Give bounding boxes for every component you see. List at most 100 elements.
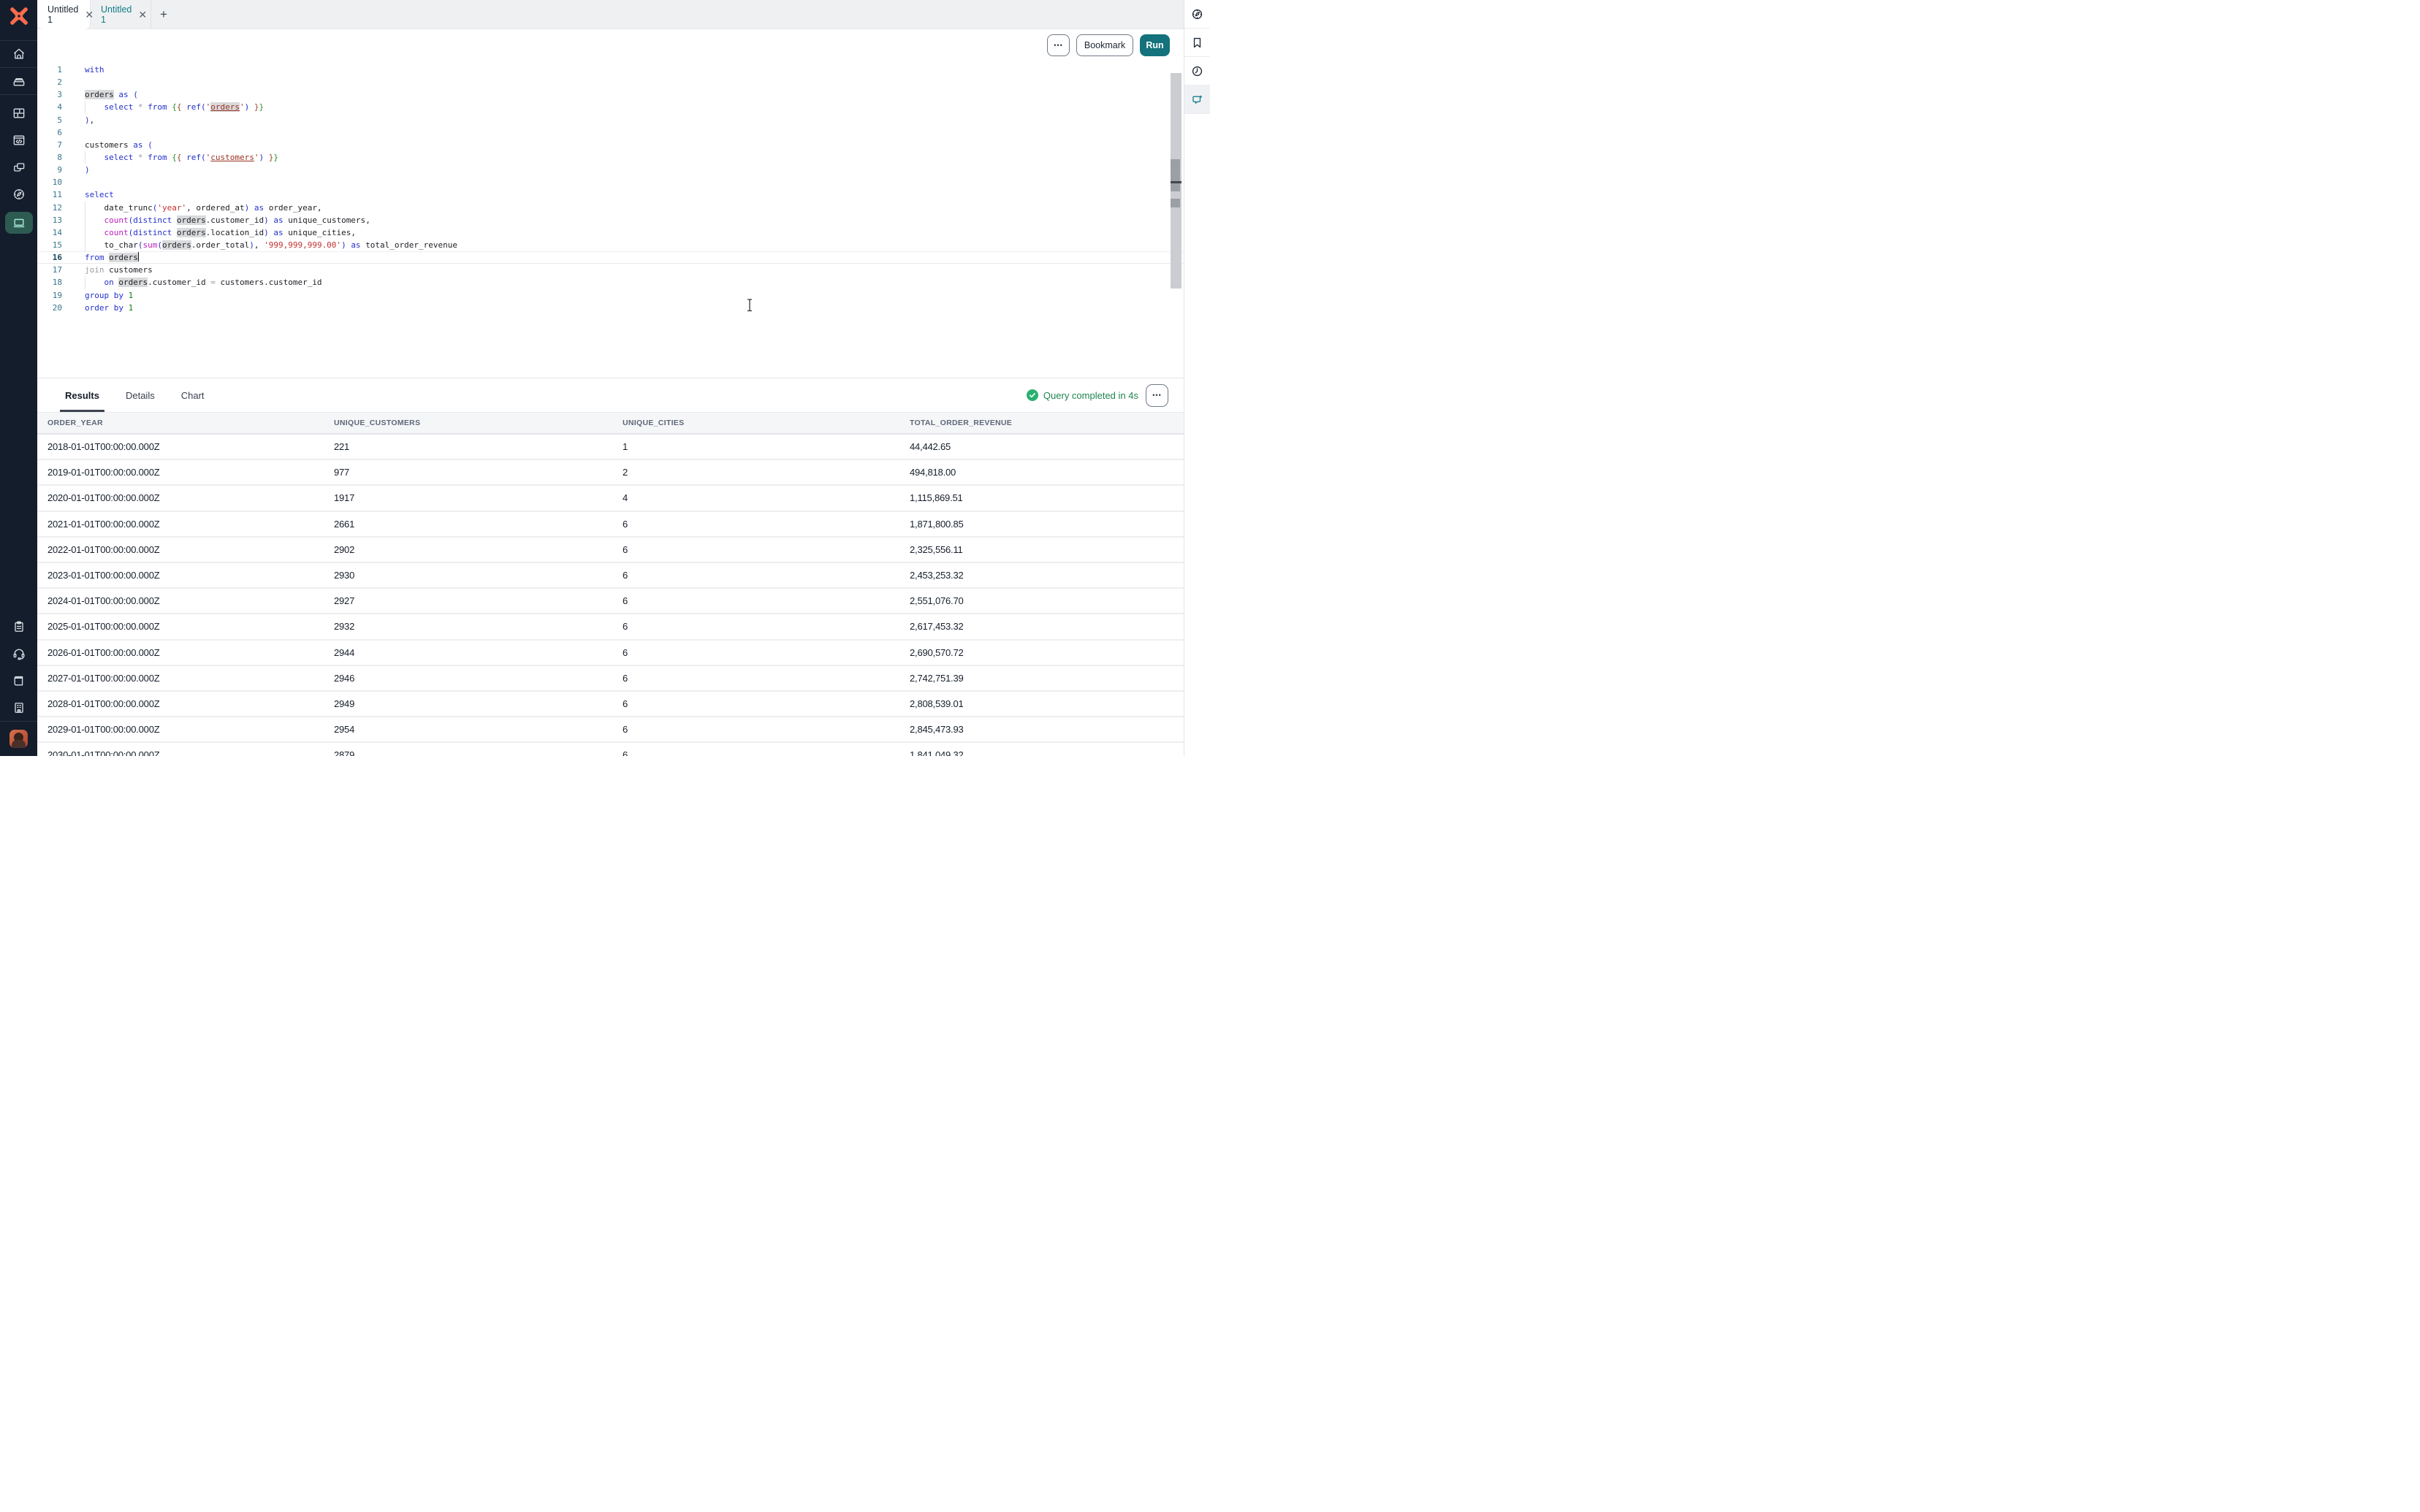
table-cell: 2025-01-01T00:00:00.000Z: [47, 621, 334, 632]
table-cell: 977: [334, 467, 623, 478]
line-number: 18: [37, 276, 62, 289]
right-rail-history[interactable]: [1184, 57, 1210, 85]
left-sidebar: [0, 0, 37, 756]
table-row[interactable]: 2019-01-01T00:00:00.000Z9772494,818.00: [37, 460, 1184, 486]
apps-grid-icon: [12, 106, 26, 121]
hex-logo[interactable]: [0, 0, 37, 41]
table-cell: 2927: [334, 595, 623, 606]
line-number: 6: [37, 126, 62, 139]
sql-editor[interactable]: 1with23orders as (4 select * from {{ ref…: [37, 61, 1184, 378]
laptop-icon: [12, 215, 26, 230]
table-cell: 6: [623, 698, 910, 709]
sidebar-item-components[interactable]: [0, 153, 37, 180]
table-cell: 1,871,800.85: [910, 519, 1184, 530]
user-menu[interactable]: [0, 721, 37, 756]
sidebar-item-collections[interactable]: [0, 68, 37, 95]
results-tab-bar: Results Details Chart Query completed in…: [37, 378, 1184, 413]
table-cell: 6: [623, 621, 910, 632]
table-cell: 2930: [334, 570, 623, 581]
table-cell: 6: [623, 570, 910, 581]
column-header-total-order-revenue[interactable]: TOTAL_ORDER_REVENUE: [910, 419, 1184, 427]
tab-chart[interactable]: Chart: [176, 378, 210, 412]
table-cell: 1: [623, 441, 910, 452]
code-line: 3orders as (: [37, 88, 1184, 101]
table-row[interactable]: 2030-01-01T00:00:00.000Z287961,841,049.3…: [37, 743, 1184, 756]
tab-details[interactable]: Details: [121, 378, 160, 412]
table-row[interactable]: 2024-01-01T00:00:00.000Z292762,551,076.7…: [37, 589, 1184, 614]
code-line: 7customers as (: [37, 139, 1184, 151]
table-header: ORDER_YEAR UNIQUE_CUSTOMERS UNIQUE_CITIE…: [37, 413, 1184, 435]
code-line: 17join customers: [37, 264, 1184, 276]
table-row[interactable]: 2023-01-01T00:00:00.000Z293062,453,253.3…: [37, 563, 1184, 589]
table-row[interactable]: 2018-01-01T00:00:00.000Z221144,442.65: [37, 435, 1184, 460]
sidebar-item-support[interactable]: [0, 640, 37, 667]
table-row[interactable]: 2021-01-01T00:00:00.000Z266161,871,800.8…: [37, 512, 1184, 538]
scrollbar-thumb[interactable]: [1171, 159, 1180, 191]
table-row[interactable]: 2029-01-01T00:00:00.000Z295462,845,473.9…: [37, 717, 1184, 743]
tab-untitled-2[interactable]: Untitled 1 ✕: [91, 0, 151, 29]
check-circle-icon: [1027, 389, 1038, 401]
table-cell: 2022-01-01T00:00:00.000Z: [47, 544, 334, 555]
collections-icon: [12, 74, 26, 88]
sidebar-item-code[interactable]: [0, 126, 37, 153]
results-panel: Results Details Chart Query completed in…: [37, 378, 1184, 756]
user-avatar: [9, 730, 28, 748]
column-header-order-year[interactable]: ORDER_YEAR: [47, 419, 334, 427]
run-button[interactable]: Run: [1140, 34, 1170, 56]
code-line: 4 select * from {{ ref('orders') }}: [37, 101, 1184, 113]
sidebar-item-apps[interactable]: [0, 99, 37, 126]
more-options-button[interactable]: •••: [1047, 34, 1070, 56]
bookmark-button[interactable]: Bookmark: [1076, 34, 1133, 56]
table-cell: 6: [623, 519, 910, 530]
right-sidebar: [1184, 0, 1210, 756]
table-cell: 6: [623, 673, 910, 684]
table-row[interactable]: 2022-01-01T00:00:00.000Z290262,325,556.1…: [37, 538, 1184, 563]
table-cell: 494,818.00: [910, 467, 1184, 478]
code-line: 14 count(distinct orders.location_id) as…: [37, 226, 1184, 239]
table-row[interactable]: 2028-01-01T00:00:00.000Z294962,808,539.0…: [37, 692, 1184, 717]
editor-scrollbar[interactable]: [1171, 73, 1182, 289]
table-row[interactable]: 2026-01-01T00:00:00.000Z294462,690,570.7…: [37, 641, 1184, 666]
table-cell: 6: [623, 724, 910, 735]
table-body: 2018-01-01T00:00:00.000Z221144,442.65201…: [37, 435, 1184, 756]
table-row[interactable]: 2020-01-01T00:00:00.000Z191741,115,869.5…: [37, 486, 1184, 511]
column-header-unique-cities[interactable]: UNIQUE_CITIES: [623, 419, 910, 427]
hex-logo-icon: [8, 5, 30, 27]
sidebar-item-docs[interactable]: [0, 667, 37, 694]
home-icon: [12, 47, 26, 61]
table-cell: 2021-01-01T00:00:00.000Z: [47, 519, 334, 530]
right-rail-ai-assistant[interactable]: [1184, 85, 1210, 114]
table-cell: 2954: [334, 724, 623, 735]
close-icon[interactable]: ✕: [138, 9, 147, 20]
sidebar-item-home[interactable]: [0, 41, 37, 68]
tab-results[interactable]: Results: [60, 378, 104, 412]
table-cell: 2,742,751.39: [910, 673, 1184, 684]
scrollbar-marker: [1171, 199, 1180, 207]
sidebar-item-changelog[interactable]: [0, 613, 37, 640]
code-line: 13 count(distinct orders.customer_id) as…: [37, 214, 1184, 226]
results-more-button[interactable]: •••: [1146, 384, 1168, 407]
tab-untitled-1[interactable]: Untitled 1 ✕: [37, 0, 91, 29]
line-number: 16: [37, 251, 62, 264]
new-tab-button[interactable]: +: [151, 0, 176, 29]
line-number: 2: [37, 76, 62, 88]
table-cell: 2944: [334, 647, 623, 658]
right-rail-bookmarks[interactable]: [1184, 28, 1210, 57]
sidebar-item-workspace[interactable]: [0, 210, 37, 235]
line-number: 3: [37, 88, 62, 101]
tab-label: Untitled 1: [47, 4, 78, 25]
windows-icon: [12, 160, 26, 175]
query-status-area: Query completed in 4s •••: [1027, 378, 1168, 412]
right-rail-explore[interactable]: [1184, 0, 1210, 28]
table-row[interactable]: 2025-01-01T00:00:00.000Z293262,617,453.3…: [37, 614, 1184, 640]
table-cell: 221: [334, 441, 623, 452]
table-row[interactable]: 2027-01-01T00:00:00.000Z294662,742,751.3…: [37, 666, 1184, 692]
table-cell: 1,115,869.51: [910, 492, 1184, 503]
line-number: 4: [37, 101, 62, 113]
table-cell: 2028-01-01T00:00:00.000Z: [47, 698, 334, 709]
sidebar-item-organization[interactable]: [0, 694, 37, 721]
code-line: 16from orders: [37, 251, 1184, 264]
sidebar-item-explore[interactable]: [0, 180, 37, 207]
column-header-unique-customers[interactable]: UNIQUE_CUSTOMERS: [334, 419, 623, 427]
compass-icon: [1190, 7, 1204, 21]
